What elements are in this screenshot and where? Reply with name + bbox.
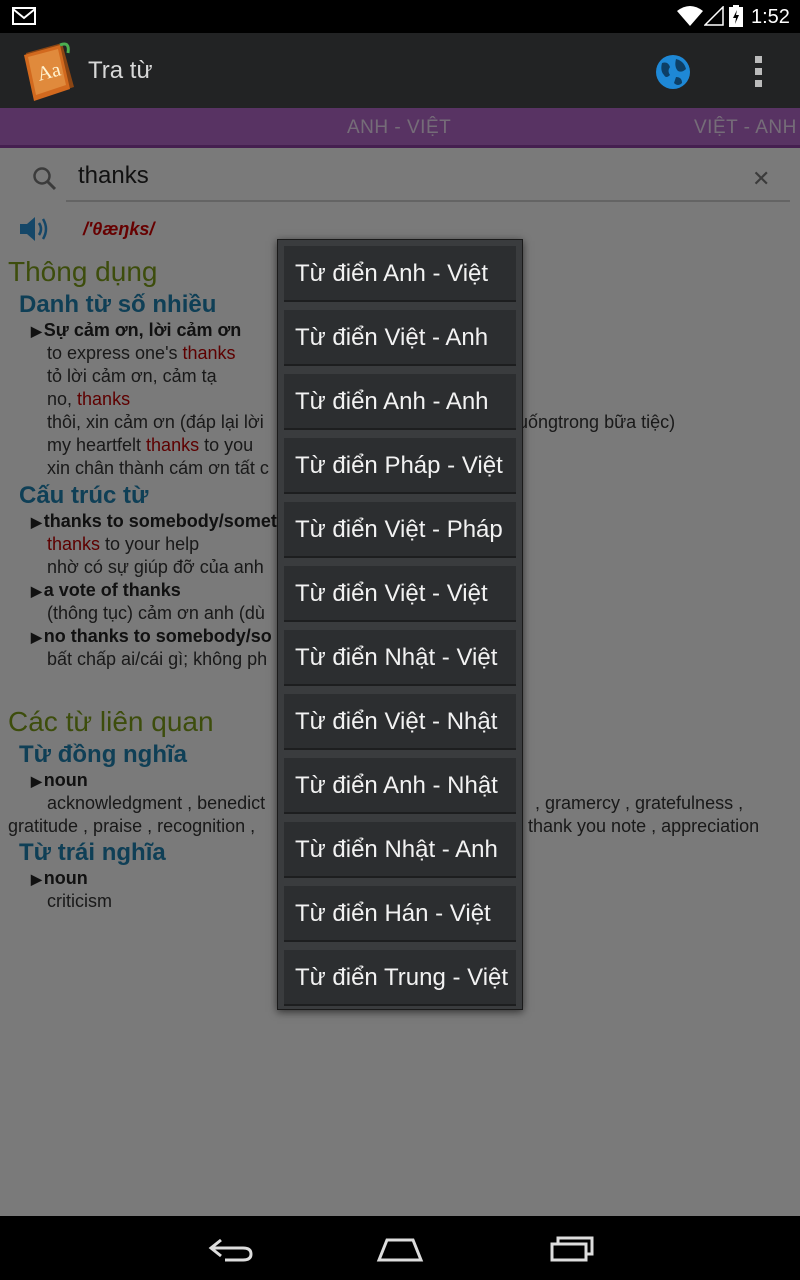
dictionary-option[interactable]: Từ điển Anh - Nhật [284, 758, 516, 814]
dictionary-option[interactable]: Từ điển Trung - Việt [284, 950, 516, 1006]
wifi-icon [677, 6, 703, 26]
action-bar: Aa Tra từ [0, 33, 800, 108]
dictionary-option[interactable]: Từ điển Anh - Việt [284, 246, 516, 302]
clock: 1:52 [751, 6, 790, 28]
dictionary-option[interactable]: Từ điển Nhật - Việt [284, 630, 516, 686]
navigation-bar [0, 1216, 800, 1280]
dictionary-option[interactable]: Từ điển Anh - Anh [284, 374, 516, 430]
status-bar: 1:52 [0, 0, 800, 33]
gmail-notification-icon [12, 7, 36, 25]
dictionary-option[interactable]: Từ điển Việt - Nhật [284, 694, 516, 750]
dictionary-menu: Từ điển Anh - Việt Từ điển Việt - Anh Từ… [277, 239, 523, 1010]
recent-apps-icon[interactable] [548, 1234, 596, 1264]
battery-icon [729, 5, 743, 27]
globe-icon[interactable] [652, 51, 694, 93]
app-book-icon[interactable]: Aa [18, 39, 80, 103]
cell-signal-icon [704, 6, 724, 26]
app-title: Tra từ [88, 57, 153, 84]
dictionary-option[interactable]: Từ điển Pháp - Việt [284, 438, 516, 494]
dictionary-option[interactable]: Từ điển Việt - Pháp [284, 502, 516, 558]
dictionary-option[interactable]: Từ điển Hán - Việt [284, 886, 516, 942]
back-icon[interactable] [207, 1234, 255, 1264]
dictionary-option[interactable]: Từ điển Việt - Việt [284, 566, 516, 622]
dictionary-option[interactable]: Từ điển Nhật - Anh [284, 822, 516, 878]
home-icon[interactable] [375, 1234, 425, 1264]
overflow-menu-icon[interactable] [748, 51, 768, 93]
dictionary-option[interactable]: Từ điển Việt - Anh [284, 310, 516, 366]
